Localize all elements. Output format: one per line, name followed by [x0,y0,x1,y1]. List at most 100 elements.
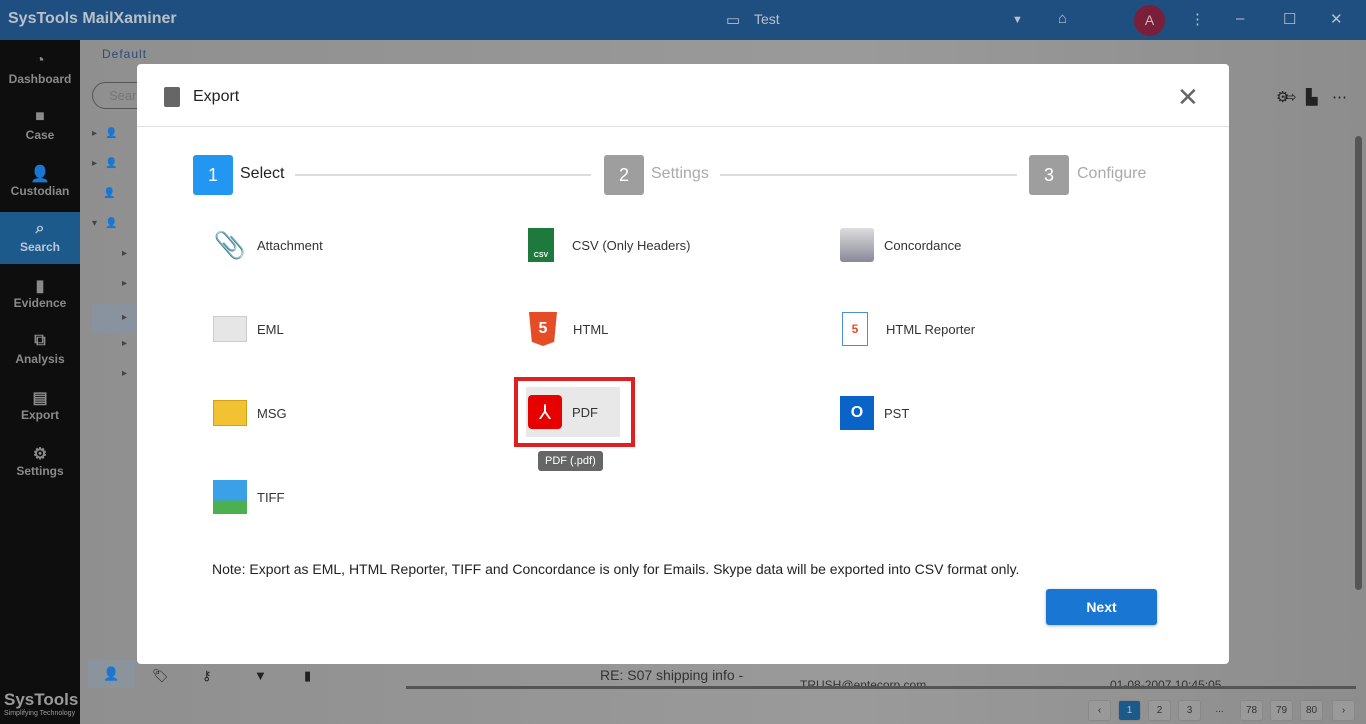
option-html[interactable]: 5 HTML [526,304,636,354]
key-icon[interactable]: ⚷ [202,668,212,684]
more-horiz-icon[interactable]: ⋯ [1332,88,1347,106]
html5-icon: 5 [529,312,557,346]
sidebar-item-search[interactable]: ⌕ Search [0,212,80,264]
tree-node[interactable]: ▸ 👤 [92,128,142,158]
briefcase-icon: ■ [35,108,45,125]
prev-page-button[interactable]: ‹ [1088,700,1111,721]
sidebar-item-custodian[interactable]: 👤 Custodian [0,156,80,208]
file-icon[interactable]: ▮ [304,668,311,684]
next-page-button[interactable]: › [1332,700,1355,721]
row-from: TRUSH@entecorp.com [800,678,927,686]
tag-icon[interactable]: 🏷 [152,668,169,684]
sidebar-item-analysis[interactable]: ⧉ Analysis [0,324,80,376]
page-button[interactable]: 1 [1118,700,1141,721]
outlook-icon: O [840,396,874,430]
option-label: CSV (Only Headers) [572,237,691,253]
envelope-yellow-icon [213,400,247,426]
option-pst[interactable]: O PST [840,388,950,438]
option-attachment[interactable]: 📎 Attachment [213,220,323,270]
export-file-icon [164,87,180,107]
step-number: 2 [604,155,644,195]
breadcrumb[interactable]: Default [102,47,147,61]
paperclip-icon: 📎 [213,229,247,260]
chevron-down-icon[interactable]: ▼ [1012,14,1023,26]
sidebar-label: Analysis [15,352,65,366]
sidebar-item-settings[interactable]: ⚙ Settings [0,436,80,488]
filter-icon[interactable]: ▼ [254,668,267,683]
sidebar-label: Custodian [10,184,70,198]
custodian-filter-icon[interactable]: 👤 [88,660,135,688]
page-button[interactable]: 3 [1178,700,1201,721]
option-label: HTML Reporter [886,321,976,337]
briefcase-icon: ▭ [726,12,741,29]
evidence-icon: ▮ [35,278,45,295]
step-connector [295,174,591,176]
sidebar-label: Dashboard [8,72,72,86]
step-number: 1 [193,155,233,195]
page-button[interactable]: 80 [1300,700,1323,721]
export-icon: ▤ [32,390,48,407]
sidebar-label: Case [25,128,55,142]
sidebar-label: Search [19,240,61,254]
row-date: 01-08-2007 10:45:05 [1110,678,1222,686]
custodian-icon: 👤 [30,166,50,183]
minimize-icon[interactable]: – [1236,10,1244,27]
sidebar-item-evidence[interactable]: ▮ Evidence [0,268,80,320]
option-csv[interactable]: CSV CSV (Only Headers) [526,220,726,270]
page-button[interactable]: 2 [1148,700,1171,721]
report-icon[interactable]: ▙ [1306,88,1318,106]
sidebar-item-case[interactable]: ■ Case [0,100,80,152]
avatar[interactable]: A [1134,5,1165,36]
sidebar-label: Export [20,408,59,422]
pdf-icon: ⅄ [528,395,562,429]
next-button[interactable]: Next [1046,589,1157,625]
option-label: TIFF [257,489,285,505]
envelope-gray-icon [213,316,247,342]
tree-node[interactable]: ▸ 👤 [92,158,142,188]
close-icon[interactable]: ✕ [1177,82,1199,113]
step-number: 3 [1029,155,1069,195]
option-label: EML [257,321,284,337]
option-concordance[interactable]: Concordance [840,220,1000,270]
option-html-reporter[interactable]: 5 HTML Reporter [840,304,1010,354]
home-icon[interactable]: ⌂ [1058,10,1067,27]
option-msg[interactable]: MSG [213,388,323,438]
option-eml[interactable]: EML [213,304,323,354]
title-bar: SysTools MailXaminer ▭ Test ▼ ⌂ A ⋮ – ☐ … [0,0,1366,40]
close-window-icon[interactable]: ✕ [1330,10,1343,28]
sidebar-label: Evidence [13,296,67,310]
brand-tagline: Simplifying Technology [4,710,76,717]
concordance-icon [840,228,874,262]
sidebar: ◔ Dashboard ■ Case 👤 Custodian ⌕ Search ▮ Evi… [0,40,80,724]
maximize-icon[interactable]: ☐ [1283,10,1296,28]
dialog-header: Export ✕ [137,64,1229,127]
horizontal-scrollbar[interactable] [406,686,1356,689]
page-button[interactable]: 79 [1270,700,1293,721]
page-ellipsis: ... [1215,704,1224,715]
more-vert-icon[interactable]: ⋮ [1190,10,1205,28]
tree-node[interactable]: ▾ 👤 [92,218,142,248]
settings-icon[interactable]: ⚙ [1276,88,1289,106]
export-note: Note: Export as EML, HTML Reporter, TIFF… [212,561,1020,577]
row-subject: RE: S07 shipping info - [600,667,744,683]
step-connector [720,174,1017,176]
sidebar-item-export[interactable]: ▤ Export [0,380,80,432]
page-button[interactable]: 78 [1240,700,1263,721]
case-name[interactable]: Test [754,11,780,27]
sidebar-label: Settings [16,464,64,478]
dashboard-icon: ◔ [35,52,45,69]
option-label: HTML [573,321,609,337]
step-label: Settings [651,165,709,182]
image-icon [213,480,247,514]
vertical-scrollbar[interactable] [1355,136,1362,590]
option-tiff[interactable]: TIFF [213,472,323,522]
option-label: PDF [572,404,598,420]
gear-icon: ⚙ [32,446,48,463]
tooltip: PDF (.pdf) [538,451,603,471]
tree-node[interactable]: 👤 [92,188,142,218]
option-pdf[interactable]: ⅄ PDF [526,387,620,437]
sidebar-item-dashboard[interactable]: ◔ Dashboard [0,44,80,96]
option-label: MSG [257,405,287,421]
csv-icon: CSV [528,228,554,262]
app-title: SysTools MailXaminer [8,10,177,27]
